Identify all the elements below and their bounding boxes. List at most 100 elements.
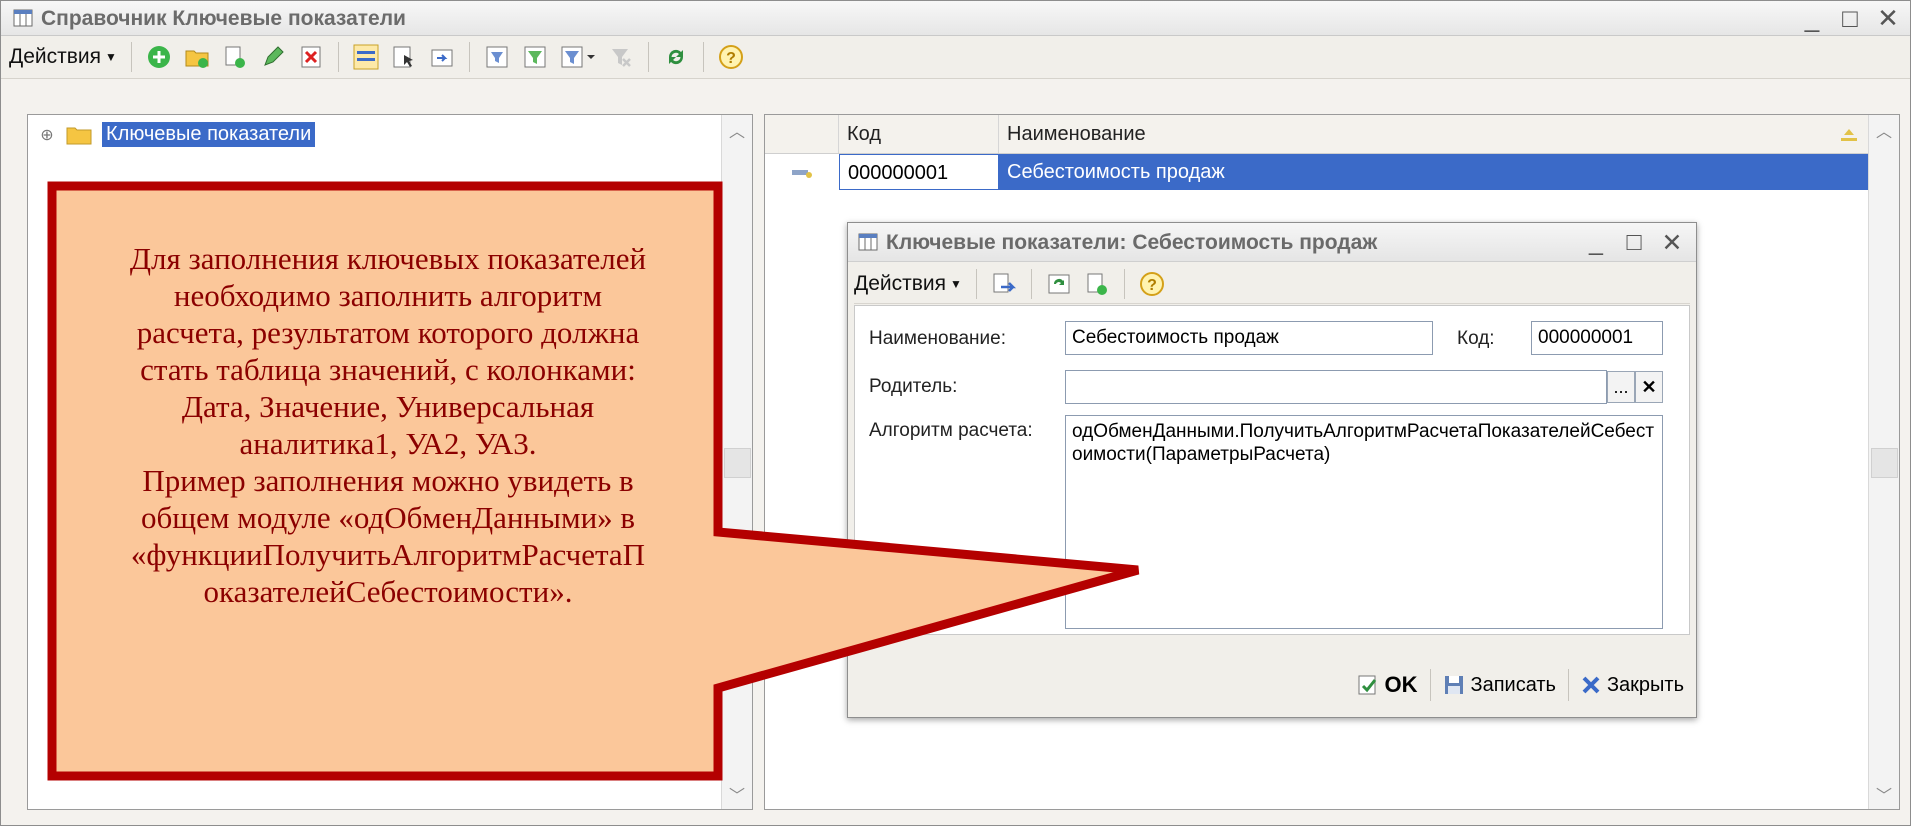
callout-text: Для заполнения ключевых показателей необ… xyxy=(58,240,718,610)
toolbar-separator xyxy=(130,42,132,72)
table-row[interactable]: 000000001 Себестоимость продаж xyxy=(765,154,1869,190)
chevron-down-icon: ▼ xyxy=(950,277,962,292)
folder-move-icon xyxy=(431,49,453,67)
callout-line: расчета, результатом которого должна xyxy=(136,315,640,350)
select-button[interactable] xyxy=(389,42,419,72)
dialog-close-button[interactable]: ✕ xyxy=(1660,228,1684,258)
hierarchy-button[interactable] xyxy=(351,42,381,72)
dialog-footer: OK Записать Закрыть xyxy=(854,659,1690,711)
clear-filter-button[interactable] xyxy=(606,42,636,72)
dialog-maximize-button[interactable]: □ xyxy=(1622,228,1646,258)
grid-header: Код Наименование xyxy=(765,115,1869,154)
folder-add-icon xyxy=(185,50,209,68)
parent-label: Родитель: xyxy=(869,376,958,397)
close-button[interactable]: ✕ xyxy=(1876,3,1900,34)
code-field[interactable]: 000000001 xyxy=(1531,321,1663,355)
minimize-button[interactable]: _ xyxy=(1800,3,1824,34)
filter-button[interactable] xyxy=(520,42,550,72)
filter-list-icon xyxy=(561,46,595,68)
dialog-form: Наименование: Себестоимость продаж Код: … xyxy=(854,305,1690,635)
toolbar-separator xyxy=(1030,269,1032,299)
tree-scrollbar[interactable]: ︿ ﹀ xyxy=(721,115,752,809)
column-header-name[interactable]: Наименование xyxy=(999,115,1869,153)
callout-line: Дата, Значение, Универсальная xyxy=(181,389,595,424)
scroll-thumb[interactable] xyxy=(1871,448,1898,478)
parent-select-button[interactable]: ... xyxy=(1607,371,1635,403)
reread-button[interactable] xyxy=(1044,269,1074,299)
dialog-actions-menu[interactable]: Действия ▼ xyxy=(854,272,962,296)
chevron-down-icon: ▼ xyxy=(105,50,117,65)
grid-header-icon-col xyxy=(765,115,839,153)
code-label: Код: xyxy=(1457,328,1495,349)
dialog-title: Ключевые показатели: Себестоимость прода… xyxy=(886,231,1378,254)
grid-scrollbar[interactable]: ︿ ﹀ xyxy=(1868,115,1899,809)
save-button[interactable]: Записать xyxy=(1437,665,1562,705)
filter-icon xyxy=(524,46,546,68)
refresh-button[interactable] xyxy=(661,42,691,72)
scroll-thumb[interactable] xyxy=(724,448,751,478)
callout-line: необходимо заполнить алгоритм xyxy=(173,278,603,313)
ok-button[interactable]: OK xyxy=(1351,665,1424,705)
filter-list-button[interactable] xyxy=(558,42,598,72)
copy-button[interactable] xyxy=(220,42,250,72)
chevron-up-icon[interactable]: ︿ xyxy=(1869,115,1899,145)
column-header-code[interactable]: Код xyxy=(839,115,999,153)
dialog-titlebar: Ключевые показатели: Себестоимость прода… xyxy=(848,223,1696,262)
chevron-down-icon[interactable]: ﹀ xyxy=(722,779,752,809)
callout-line: аналитика1, УА2, УА3. xyxy=(239,426,537,461)
footer-separator xyxy=(1567,669,1569,701)
maximize-button[interactable]: □ xyxy=(1838,3,1862,34)
add-icon xyxy=(147,46,170,68)
tree-item-root[interactable]: ⊕ Ключевые показатели xyxy=(38,122,316,147)
copy-icon xyxy=(1087,273,1107,295)
ok-icon xyxy=(1358,675,1376,695)
name-field[interactable]: Себестоимость продаж xyxy=(1065,321,1433,355)
dialog-minimize-button[interactable]: _ xyxy=(1584,228,1608,258)
help-button[interactable]: ? xyxy=(716,42,746,72)
ok-button-label: OK xyxy=(1384,672,1418,697)
callout-line: «функцииПолучитьАлгоритмРасчетаП xyxy=(130,537,646,572)
cell-code[interactable]: 000000001 xyxy=(839,154,999,190)
add-button[interactable] xyxy=(144,42,174,72)
help-icon: ? xyxy=(1139,272,1164,296)
pencil-icon xyxy=(264,46,284,66)
chevron-down-icon[interactable]: ﹀ xyxy=(1869,779,1899,809)
parent-field[interactable] xyxy=(1065,370,1607,404)
edit-button[interactable] xyxy=(258,42,288,72)
close-dialog-button[interactable]: Закрыть xyxy=(1575,665,1690,705)
chevron-up-icon[interactable]: ︿ xyxy=(722,115,752,145)
svg-text:?: ? xyxy=(1147,277,1157,294)
save-close-button[interactable] xyxy=(989,269,1019,299)
parent-clear-button[interactable]: ✕ xyxy=(1635,371,1663,403)
toolbar-separator xyxy=(468,42,470,72)
save-close-icon xyxy=(993,273,1016,293)
refresh-icon xyxy=(668,49,683,65)
expand-icon[interactable]: ⊕ xyxy=(38,125,56,145)
help-icon: ? xyxy=(718,45,743,69)
element-icon xyxy=(792,169,812,178)
callout-line: общем модуле «одОбменДанными» в xyxy=(140,500,636,535)
callout-line: оказателейСебестоимости». xyxy=(203,574,573,609)
move-button[interactable] xyxy=(427,42,457,72)
window-titlebar: Справочник Ключевые показатели _ □ ✕ xyxy=(1,1,1910,36)
delete-button[interactable] xyxy=(296,42,326,72)
add-group-button[interactable] xyxy=(182,42,212,72)
algorithm-textarea[interactable]: одОбменДанными.ПолучитьАлгоритмРасчетаПо… xyxy=(1065,415,1663,629)
cell-name[interactable]: Себестоимость продаж xyxy=(999,154,1869,190)
callout-line: Для заполнения ключевых показателей xyxy=(129,241,647,276)
clear-filter-icon xyxy=(611,49,631,67)
save-button-label: Записать xyxy=(1470,673,1556,696)
actions-menu[interactable]: Действия ▼ xyxy=(9,45,117,69)
catalog-icon xyxy=(13,9,33,27)
close-icon xyxy=(1582,676,1600,694)
dialog-help-button[interactable]: ? xyxy=(1137,269,1167,299)
actions-menu-label: Действия xyxy=(9,45,102,68)
folder-icon xyxy=(66,127,92,144)
sort-icon xyxy=(1841,129,1857,141)
svg-text:?: ? xyxy=(726,50,736,67)
copy-element-button[interactable] xyxy=(1082,269,1112,299)
toolbar-separator xyxy=(702,42,704,72)
toolbar-separator xyxy=(975,269,977,299)
filter-settings-button[interactable] xyxy=(482,42,512,72)
algorithm-label: Алгоритм расчета: xyxy=(869,420,1033,441)
